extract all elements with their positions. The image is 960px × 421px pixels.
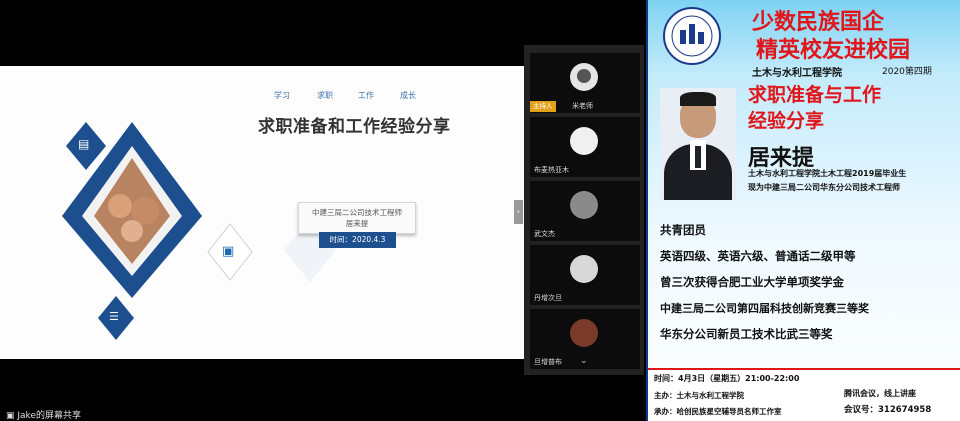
poster-subtitle-2: 经验分享 [748,110,825,132]
speaker-company: 中建三局二公司技术工程师 [312,208,402,217]
poster-host: 主办：土木与水利工程学院 [654,391,744,400]
chevron-right-icon: › [516,207,521,216]
event-poster: 少数民族国企 精英校友进校园 土木与水利工程学院 2020第四期 求职准备与工作… [646,0,960,421]
poster-issue: 2020第四期 [882,67,932,77]
slide-title: 求职准备和工作经验分享 [258,117,451,137]
participant-tile[interactable]: 主持人 米老师 [530,53,640,113]
nav-work: 工作 [358,91,374,100]
shared-slide: ▤ ▣ ☰ [0,66,524,359]
slide-decor [62,122,336,340]
avatar [570,63,598,91]
participant-panel: 主持人 米老师 布麦热亚木 武文杰 丹增次旦 旦增普布 ⌄ [524,45,644,375]
participant-name: 武文杰 [534,230,555,238]
screen-share-label: ▣ Jake的屏幕共享 [6,411,81,421]
participant-name: 旦增普布 [534,358,562,366]
achievement-item: 中建三局二公司第四届科技创新竞赛三等奖 [660,302,869,315]
participant-name: 布麦热亚木 [534,166,569,174]
poster-organizer: 承办：哈创民族星空辅导员名师工作室 [654,407,782,416]
achievement-item: 共青团员 [660,223,706,237]
document-icon: ▤ [78,137,90,151]
slide-date: 时间：2020.4.3 [319,232,396,248]
avatar [570,191,598,219]
participant-name: 米老师 [572,102,593,110]
speaker-name: 居来提 [345,219,369,228]
participant-name: 丹增次旦 [534,294,562,302]
poster-bio-2: 现为中建三局二公司华东分公司技术工程师 [748,183,900,192]
participant-tile[interactable]: 丹增次旦 [530,245,640,305]
nav-growth: 成长 [400,91,416,100]
poster-bio-1: 土木与水利工程学院土木工程2019届毕业生 [748,169,907,178]
participant-tile[interactable]: 武文杰 [530,181,640,241]
chevron-down-icon[interactable]: ⌄ [580,356,588,366]
poster-time: 时间：4月3日（星期五）21:00-22:00 [654,374,800,383]
poster-college: 土木与水利工程学院 [752,68,842,79]
speaker-photo [660,88,736,200]
achievement-item: 曾三次获得合肥工业大学单项奖学金 [660,275,844,289]
participant-tile[interactable]: 布麦热亚木 [530,117,640,177]
avatar [570,319,598,347]
list-icon: ☰ [109,310,119,323]
poster-headline-2: 精英校友进校园 [756,38,911,63]
slide-nav: 学习 求职 工作 成长 [262,90,442,104]
poster-subtitle-1: 求职准备与工作 [748,84,882,106]
achievement-item: 英语四级、英语六级、普通话二级甲等 [660,249,856,263]
achievement-item: 华东分公司新员工技术比武三等奖 [660,327,833,341]
poster-meeting-id: 会议号：312674958 [844,405,932,415]
speaker-box: 中建三局二公司技术工程师 居来提 [298,202,416,234]
briefcase-icon: ▣ [222,244,235,259]
collapse-panel-button[interactable]: › [514,200,523,224]
host-badge: 主持人 [530,101,556,112]
poster-meeting: 腾讯会议，线上讲座 [844,389,916,398]
university-logo [663,7,721,65]
nav-study: 学习 [274,91,290,100]
screen-share-icon: ▣ [6,411,15,421]
avatar [570,255,598,283]
avatar [570,127,598,155]
nav-job: 求职 [317,91,333,100]
